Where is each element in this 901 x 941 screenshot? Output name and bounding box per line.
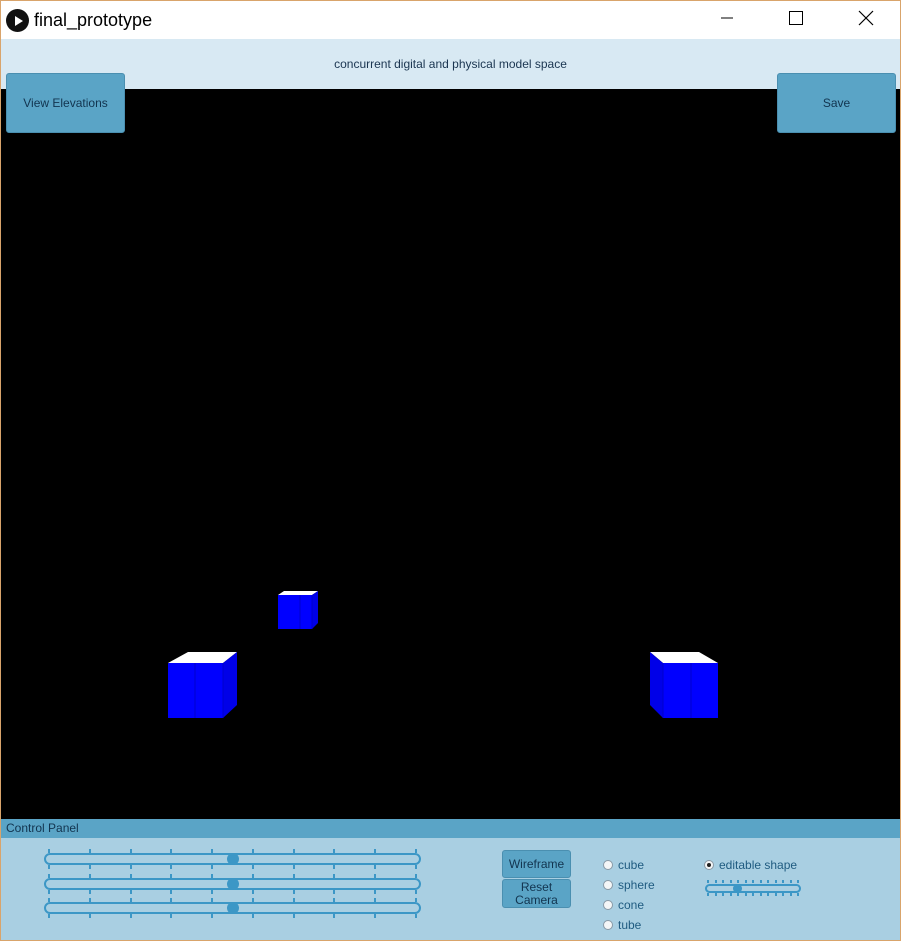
slider-tick [374,890,377,894]
title-bar: final_prototype [1,1,900,39]
slider-tick [415,890,417,894]
slider-tick [333,865,336,869]
shape-option-cube[interactable]: cube [603,858,644,872]
small-slider-tick [729,880,732,883]
small-slider-tick [722,880,724,883]
right-cube[interactable] [650,652,718,718]
small-slider-tick [767,880,769,883]
shape-option-tube[interactable]: tube [603,918,641,932]
slider-tick [292,865,295,869]
slider-tick [129,865,132,869]
small-slider-tick [707,893,709,896]
maximize-icon [788,10,804,31]
small-slider-tick [722,893,724,896]
small-slider-tick [789,893,792,896]
tube-label: tube [618,918,642,932]
editable-shape-label: editable shape [719,858,798,872]
slider-tick [211,914,214,918]
minimize-button[interactable] [704,1,750,39]
control-panel-header: Control Panel [1,819,900,838]
small-slider-tick [752,880,754,883]
header-strip: concurrent digital and physical model sp… [1,39,900,89]
small-slider-tick [782,880,784,883]
cone-radio[interactable] [603,900,613,910]
slider-tick [211,865,214,869]
editable-shape-radio[interactable] [704,860,714,870]
slider-tick [88,865,91,869]
slider-tick [170,865,173,869]
shape-option-sphere[interactable]: sphere [603,878,655,892]
control-panel: Wireframe Reset Camera cube sphere cone tube… [1,838,900,940]
small-slider-tick [789,880,792,883]
sphere-radio[interactable] [603,880,613,890]
small-slider-tick [707,880,709,883]
left-cube[interactable] [168,652,237,718]
slider-tick [129,914,132,918]
slider-tick [170,890,173,894]
page-title: concurrent digital and physical model sp… [334,57,567,71]
app-window: final_prototype concurrent digital and p… [0,0,901,941]
small-slider-tick [797,880,799,883]
small-slider-tick [744,893,747,896]
wireframe-button[interactable]: Wireframe [502,850,571,878]
slider-tick [88,914,91,918]
window-title: final_prototype [34,10,153,30]
slider-tick [292,914,295,918]
small-cube[interactable] [278,591,318,629]
small-slider-tick [774,880,777,883]
small-slider-tick [737,880,739,883]
slider-tick [129,890,132,894]
minimize-icon [720,11,734,30]
app-play-icon [6,9,29,32]
reset-camera-button[interactable]: Reset Camera [502,879,571,908]
cone-label: cone [618,898,645,912]
small-slider-track[interactable] [705,884,801,893]
maximize-button[interactable] [773,1,819,39]
small-slider-tick [729,893,732,896]
cube-label: cube [618,858,645,872]
slider-tick [333,890,336,894]
small-slider-tick [759,893,762,896]
small-slider-thumb[interactable] [732,884,742,893]
tube-radio[interactable] [603,920,613,930]
small-slider-tick [714,893,717,896]
small-slider-tick [767,893,769,896]
slider-tick [292,890,295,894]
small-slider-tick [752,893,754,896]
slider-tick [211,890,214,894]
slider-tick [48,865,50,869]
slider-tick [374,914,377,918]
slider-tick [251,865,254,869]
view-elevations-button[interactable]: View Elevations [6,73,125,133]
slider-tick [374,865,377,869]
close-icon [858,10,874,31]
small-slider-tick [797,893,799,896]
small-slider-tick [744,880,747,883]
slider-tick [415,865,417,869]
cube-radio[interactable] [603,860,613,870]
sphere-label: sphere [618,878,655,892]
slider-tick [251,914,254,918]
small-slider-tick [782,893,784,896]
small-slider-tick [774,893,777,896]
slider-tick [48,914,50,918]
slider-thumb-1[interactable] [226,853,239,865]
close-button[interactable] [843,1,889,39]
slider-tick [170,914,173,918]
slider-thumb-3[interactable] [226,902,239,914]
small-slider-tick [714,880,717,883]
slider-tick [415,914,417,918]
small-slider-tick [759,880,762,883]
shape-option-cone[interactable]: cone [603,898,644,912]
slider-tick [251,890,254,894]
save-button[interactable]: Save [777,73,896,133]
editable-shape-option[interactable]: editable shape [704,858,797,872]
slider-tick [333,914,336,918]
slider-tick [88,890,91,894]
model-viewport[interactable] [1,89,900,819]
control-panel-title: Control Panel [6,821,79,835]
small-slider-tick [737,893,739,896]
slider-thumb-2[interactable] [226,878,239,890]
slider-tick [48,890,50,894]
